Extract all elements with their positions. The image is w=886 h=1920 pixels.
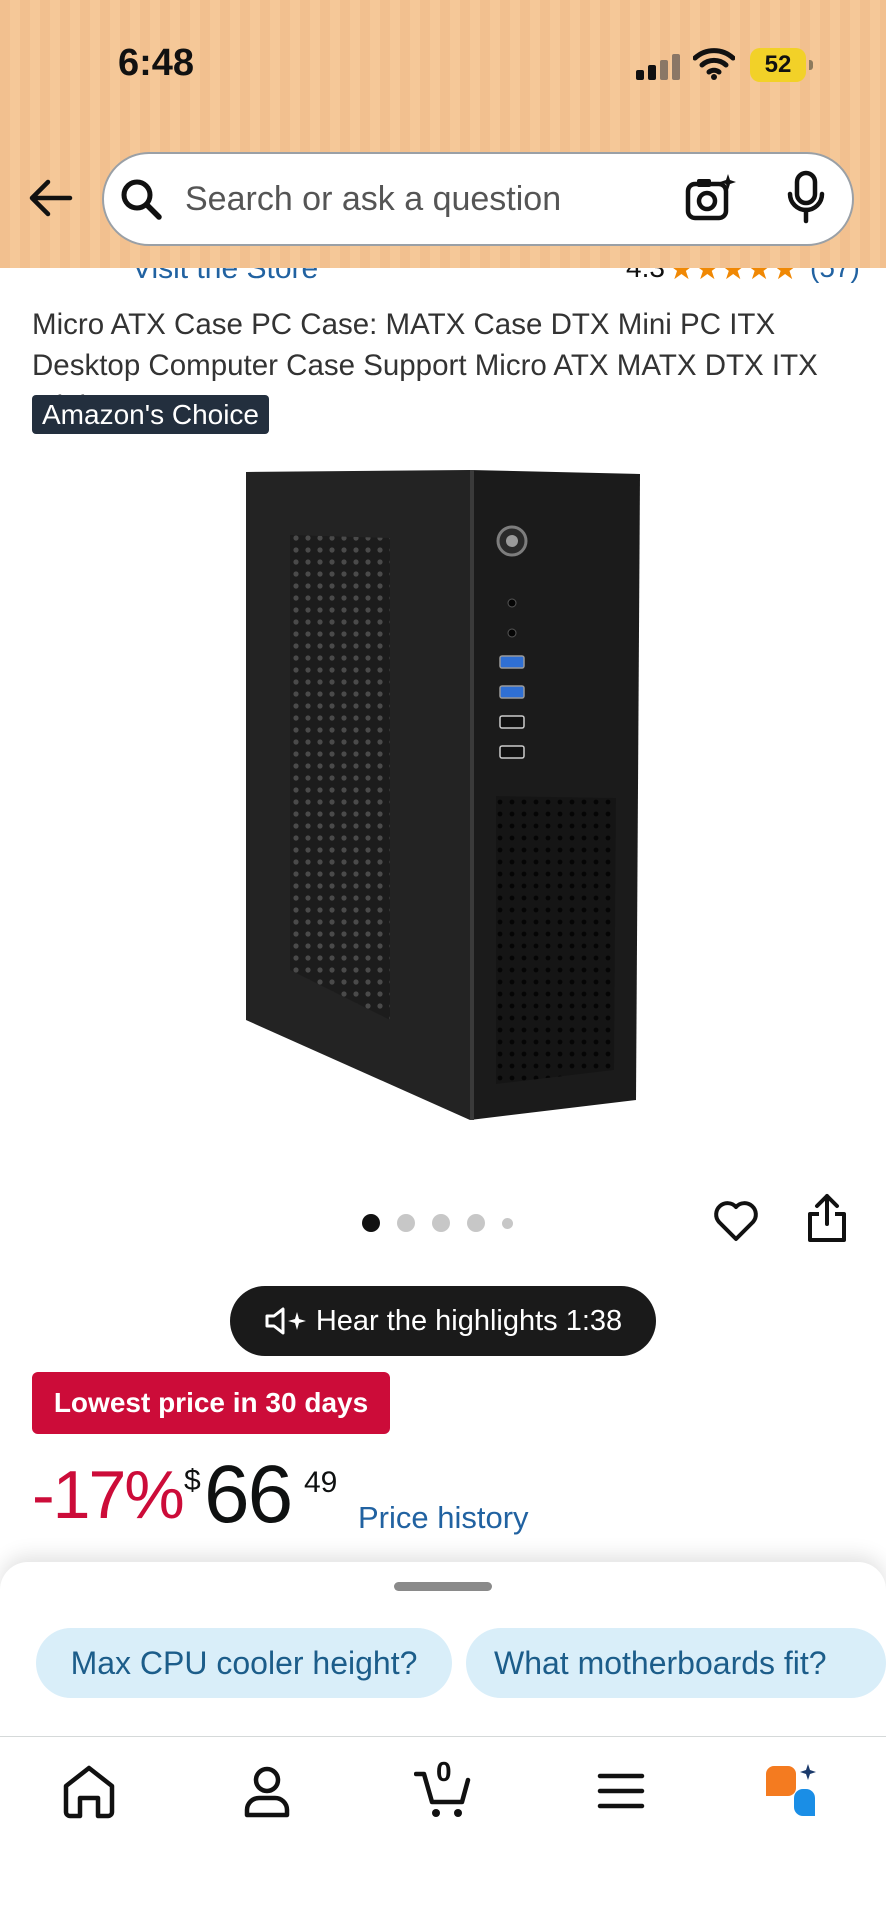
share-icon[interactable]: [806, 1192, 848, 1244]
discount-percent: -17%: [32, 1457, 185, 1533]
amazons-choice-badge[interactable]: Amazon's Choice: [32, 395, 269, 434]
image-carousel-dots[interactable]: [362, 1213, 513, 1233]
carousel-dot[interactable]: [362, 1214, 380, 1232]
suggestion-chip[interactable]: What motherboards fit?: [466, 1628, 886, 1698]
product-image[interactable]: [230, 460, 660, 1130]
search-input[interactable]: Search or ask a question: [185, 180, 561, 219]
hear-highlights-button[interactable]: Hear the highlights 1:38: [230, 1286, 656, 1356]
cellular-signal-icon: [636, 54, 680, 80]
price-whole: 66: [204, 1449, 293, 1540]
carousel-dot[interactable]: [467, 1214, 485, 1232]
search-icon: [121, 179, 162, 220]
deal-badge: Lowest price in 30 days: [32, 1372, 390, 1434]
account-icon[interactable]: [238, 1762, 296, 1820]
price-fraction: 49: [304, 1466, 338, 1499]
carousel-dot[interactable]: [397, 1214, 415, 1232]
suggestion-chip[interactable]: Max CPU cooler height?: [36, 1628, 452, 1698]
carousel-dot[interactable]: [432, 1214, 450, 1232]
rufus-assistant-icon[interactable]: [762, 1762, 820, 1820]
back-arrow-icon[interactable]: [22, 170, 78, 226]
hear-highlights-label: Hear the highlights 1:38: [315, 1304, 623, 1337]
microphone-icon[interactable]: [786, 170, 826, 224]
app-header: 6:48 52 Search or ask a question: [0, 0, 886, 268]
camera-search-icon[interactable]: [684, 172, 736, 224]
battery-indicator: 52: [750, 48, 813, 82]
menu-icon[interactable]: [592, 1762, 650, 1820]
carousel-dot[interactable]: [502, 1217, 513, 1229]
price-currency: $: [184, 1464, 201, 1497]
status-time: 6:48: [118, 42, 195, 84]
home-icon[interactable]: [60, 1762, 118, 1820]
heart-icon[interactable]: [712, 1196, 760, 1244]
sheet-drag-handle[interactable]: [394, 1582, 492, 1591]
speaker-sparkle-icon: [265, 1307, 306, 1335]
price-history-link[interactable]: Price history: [358, 1500, 529, 1536]
wifi-icon: [693, 48, 735, 80]
cart-count-badge: 0: [436, 1756, 452, 1787]
